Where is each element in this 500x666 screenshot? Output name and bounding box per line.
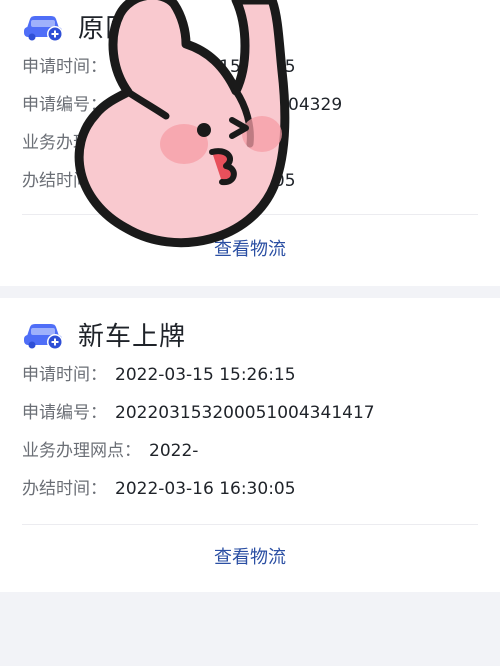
apply-number-value: 202203153200051004341417 xyxy=(115,403,375,423)
branch-label: 业务办理网点： xyxy=(22,133,141,153)
apply-number-label: 申请编号： xyxy=(22,403,107,423)
complete-time-label: 办结时间： xyxy=(22,479,107,499)
complete-time-row: 办结时间： 2022-03-16 16:30:05 xyxy=(22,166,296,191)
car-add-icon xyxy=(24,324,63,350)
card-title: 新车上牌 xyxy=(78,321,187,352)
branch-row: 业务办理网点： xyxy=(22,128,149,153)
view-logistics-link[interactable]: 查看物流 xyxy=(0,543,500,569)
branch-value: 2022- xyxy=(149,441,199,461)
complete-time-row: 办结时间： 2022-03-16 16:30:05 xyxy=(22,474,296,499)
complete-time-label: 办结时间： xyxy=(22,171,107,191)
apply-time-row: 申请时间： 2022-03-15 15:26:15 xyxy=(22,360,296,385)
complete-time-value: 2022-03-16 16:30:05 xyxy=(115,479,296,499)
complete-time-value: 2022-03-16 16:30:05 xyxy=(115,171,296,191)
branch-row: 业务办理网点： 2022- xyxy=(22,436,198,461)
apply-time-value: 2022-03-15 15:11:35 xyxy=(115,57,296,77)
view-logistics-link[interactable]: 查看物流 xyxy=(0,235,500,261)
apply-time-label: 申请时间： xyxy=(22,57,107,77)
divider xyxy=(22,524,478,525)
apply-number-value: 202203151100051004329 xyxy=(115,95,343,115)
divider xyxy=(22,214,478,215)
apply-time-label: 申请时间： xyxy=(22,365,107,385)
application-card-1: 原区域 申请时间： 2022-03-15 15:11:35 申请编号： 202203… xyxy=(0,0,500,286)
apply-number-label: 申请编号： xyxy=(22,95,107,115)
apply-number-row: 申请编号： 202203151100051004329 xyxy=(22,90,342,115)
card-title: 原区域 xyxy=(78,13,160,44)
car-add-icon xyxy=(24,16,63,42)
apply-number-row: 申请编号： 202203153200051004341417 xyxy=(22,398,375,423)
card-header: 新车上牌 xyxy=(22,312,186,356)
apply-time-value: 2022-03-15 15:26:15 xyxy=(115,365,296,385)
application-card-2: 新车上牌 申请时间： 2022-03-15 15:26:15 申请编号： 20220… xyxy=(0,298,500,592)
card-header: 原区域 xyxy=(22,4,159,48)
apply-time-row: 申请时间： 2022-03-15 15:11:35 xyxy=(22,52,296,77)
branch-label: 业务办理网点： xyxy=(22,441,141,461)
